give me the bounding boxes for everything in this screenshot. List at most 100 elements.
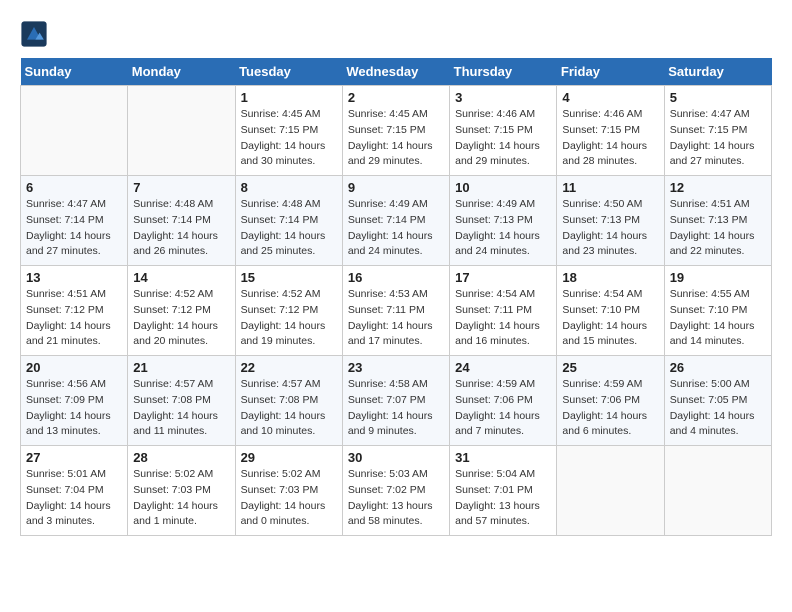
- day-info: Sunrise: 5:03 AMSunset: 7:02 PMDaylight:…: [348, 467, 444, 530]
- day-number: 6: [26, 180, 122, 195]
- day-info: Sunrise: 4:48 AMSunset: 7:14 PMDaylight:…: [133, 197, 229, 260]
- day-info: Sunrise: 4:47 AMSunset: 7:14 PMDaylight:…: [26, 197, 122, 260]
- weekday-header-tuesday: Tuesday: [235, 58, 342, 86]
- weekday-header-friday: Friday: [557, 58, 664, 86]
- day-cell: [21, 86, 128, 176]
- weekday-header-saturday: Saturday: [664, 58, 771, 86]
- day-info: Sunrise: 4:48 AMSunset: 7:14 PMDaylight:…: [241, 197, 337, 260]
- day-number: 25: [562, 360, 658, 375]
- week-row-2: 6 Sunrise: 4:47 AMSunset: 7:14 PMDaylight…: [21, 176, 772, 266]
- day-info: Sunrise: 4:58 AMSunset: 7:07 PMDaylight:…: [348, 377, 444, 440]
- day-cell: 19Sunrise: 4:55 AMSunset: 7:10 PMDayligh…: [664, 266, 771, 356]
- day-number: 4: [562, 90, 658, 105]
- day-cell: 17 Sunrise: 4:54 AMSunset: 7:11 PMDayligh…: [450, 266, 557, 356]
- day-cell: 27 Sunrise: 5:01 AMSunset: 7:04 PMDayligh…: [21, 446, 128, 536]
- day-number: 14: [133, 270, 229, 285]
- day-number: 2: [348, 90, 444, 105]
- day-number: 27: [26, 450, 122, 465]
- day-info: Sunrise: 4:51 AMSunset: 7:13 PMDaylight:…: [670, 197, 766, 260]
- day-cell: 10 Sunrise: 4:49 AMSunset: 7:13 PMDayligh…: [450, 176, 557, 266]
- day-number: 10: [455, 180, 551, 195]
- week-row-4: 20 Sunrise: 4:56 AMSunset: 7:09 PMDayligh…: [21, 356, 772, 446]
- day-info: Sunrise: 4:59 AMSunset: 7:06 PMDaylight:…: [562, 377, 658, 440]
- day-info: Sunrise: 4:49 AMSunset: 7:13 PMDaylight:…: [455, 197, 551, 260]
- day-number: 7: [133, 180, 229, 195]
- day-cell: 2 Sunrise: 4:45 AMSunset: 7:15 PMDaylight…: [342, 86, 449, 176]
- day-cell: 24 Sunrise: 4:59 AMSunset: 7:06 PMDayligh…: [450, 356, 557, 446]
- weekday-header-monday: Monday: [128, 58, 235, 86]
- day-info: Sunrise: 4:57 AMSunset: 7:08 PMDaylight:…: [241, 377, 337, 440]
- day-cell: 1 Sunrise: 4:45 AMSunset: 7:15 PMDaylight…: [235, 86, 342, 176]
- day-cell: 26Sunrise: 5:00 AMSunset: 7:05 PMDayligh…: [664, 356, 771, 446]
- day-number: 1: [241, 90, 337, 105]
- day-cell: 13 Sunrise: 4:51 AMSunset: 7:12 PMDayligh…: [21, 266, 128, 356]
- day-number: 19: [670, 270, 766, 285]
- day-info: Sunrise: 4:54 AMSunset: 7:10 PMDaylight:…: [562, 287, 658, 350]
- calendar-body: 1 Sunrise: 4:45 AMSunset: 7:15 PMDaylight…: [21, 86, 772, 536]
- day-info: Sunrise: 4:52 AMSunset: 7:12 PMDaylight:…: [241, 287, 337, 350]
- weekday-header-sunday: Sunday: [21, 58, 128, 86]
- day-cell: 15 Sunrise: 4:52 AMSunset: 7:12 PMDayligh…: [235, 266, 342, 356]
- day-number: 28: [133, 450, 229, 465]
- day-number: 15: [241, 270, 337, 285]
- day-cell: [557, 446, 664, 536]
- day-cell: [664, 446, 771, 536]
- day-info: Sunrise: 4:49 AMSunset: 7:14 PMDaylight:…: [348, 197, 444, 260]
- week-row-3: 13 Sunrise: 4:51 AMSunset: 7:12 PMDayligh…: [21, 266, 772, 356]
- day-number: 13: [26, 270, 122, 285]
- page-header: [20, 20, 772, 48]
- calendar-header: SundayMondayTuesdayWednesdayThursdayFrid…: [21, 58, 772, 86]
- day-info: Sunrise: 5:02 AMSunset: 7:03 PMDaylight:…: [133, 467, 229, 530]
- day-number: 29: [241, 450, 337, 465]
- day-cell: 9Sunrise: 4:49 AMSunset: 7:14 PMDaylight…: [342, 176, 449, 266]
- day-cell: 21Sunrise: 4:57 AMSunset: 7:08 PMDayligh…: [128, 356, 235, 446]
- day-cell: 7 Sunrise: 4:48 AMSunset: 7:14 PMDaylight…: [128, 176, 235, 266]
- day-cell: 4Sunrise: 4:46 AMSunset: 7:15 PMDaylight…: [557, 86, 664, 176]
- day-info: Sunrise: 4:52 AMSunset: 7:12 PMDaylight:…: [133, 287, 229, 350]
- day-cell: [128, 86, 235, 176]
- day-cell: 22Sunrise: 4:57 AMSunset: 7:08 PMDayligh…: [235, 356, 342, 446]
- day-number: 23: [348, 360, 444, 375]
- day-info: Sunrise: 4:45 AMSunset: 7:15 PMDaylight:…: [348, 107, 444, 170]
- day-info: Sunrise: 4:51 AMSunset: 7:12 PMDaylight:…: [26, 287, 122, 350]
- day-cell: 20 Sunrise: 4:56 AMSunset: 7:09 PMDayligh…: [21, 356, 128, 446]
- day-cell: 14 Sunrise: 4:52 AMSunset: 7:12 PMDayligh…: [128, 266, 235, 356]
- day-info: Sunrise: 4:50 AMSunset: 7:13 PMDaylight:…: [562, 197, 658, 260]
- day-number: 8: [241, 180, 337, 195]
- day-number: 30: [348, 450, 444, 465]
- weekday-header-thursday: Thursday: [450, 58, 557, 86]
- day-number: 21: [133, 360, 229, 375]
- day-cell: 28 Sunrise: 5:02 AMSunset: 7:03 PMDayligh…: [128, 446, 235, 536]
- day-info: Sunrise: 5:01 AMSunset: 7:04 PMDaylight:…: [26, 467, 122, 530]
- day-number: 11: [562, 180, 658, 195]
- day-number: 18: [562, 270, 658, 285]
- day-cell: 12 Sunrise: 4:51 AMSunset: 7:13 PMDayligh…: [664, 176, 771, 266]
- day-number: 20: [26, 360, 122, 375]
- day-cell: 3 Sunrise: 4:46 AMSunset: 7:15 PMDaylight…: [450, 86, 557, 176]
- day-cell: 8 Sunrise: 4:48 AMSunset: 7:14 PMDaylight…: [235, 176, 342, 266]
- day-cell: 23 Sunrise: 4:58 AMSunset: 7:07 PMDayligh…: [342, 356, 449, 446]
- day-cell: 11 Sunrise: 4:50 AMSunset: 7:13 PMDayligh…: [557, 176, 664, 266]
- day-cell: 31Sunrise: 5:04 AMSunset: 7:01 PMDayligh…: [450, 446, 557, 536]
- day-number: 3: [455, 90, 551, 105]
- day-info: Sunrise: 4:56 AMSunset: 7:09 PMDaylight:…: [26, 377, 122, 440]
- day-cell: 16 Sunrise: 4:53 AMSunset: 7:11 PMDayligh…: [342, 266, 449, 356]
- day-info: Sunrise: 4:59 AMSunset: 7:06 PMDaylight:…: [455, 377, 551, 440]
- day-cell: 25 Sunrise: 4:59 AMSunset: 7:06 PMDayligh…: [557, 356, 664, 446]
- day-info: Sunrise: 4:54 AMSunset: 7:11 PMDaylight:…: [455, 287, 551, 350]
- day-info: Sunrise: 4:45 AMSunset: 7:15 PMDaylight:…: [241, 107, 337, 170]
- day-number: 26: [670, 360, 766, 375]
- day-number: 12: [670, 180, 766, 195]
- day-info: Sunrise: 5:02 AMSunset: 7:03 PMDaylight:…: [241, 467, 337, 530]
- day-info: Sunrise: 4:53 AMSunset: 7:11 PMDaylight:…: [348, 287, 444, 350]
- day-info: Sunrise: 4:46 AMSunset: 7:15 PMDaylight:…: [455, 107, 551, 170]
- weekday-header-row: SundayMondayTuesdayWednesdayThursdayFrid…: [21, 58, 772, 86]
- day-number: 24: [455, 360, 551, 375]
- day-cell: 6 Sunrise: 4:47 AMSunset: 7:14 PMDaylight…: [21, 176, 128, 266]
- day-number: 31: [455, 450, 551, 465]
- day-number: 16: [348, 270, 444, 285]
- day-cell: 18 Sunrise: 4:54 AMSunset: 7:10 PMDayligh…: [557, 266, 664, 356]
- logo: [20, 20, 52, 48]
- day-cell: 5Sunrise: 4:47 AMSunset: 7:15 PMDaylight…: [664, 86, 771, 176]
- day-number: 17: [455, 270, 551, 285]
